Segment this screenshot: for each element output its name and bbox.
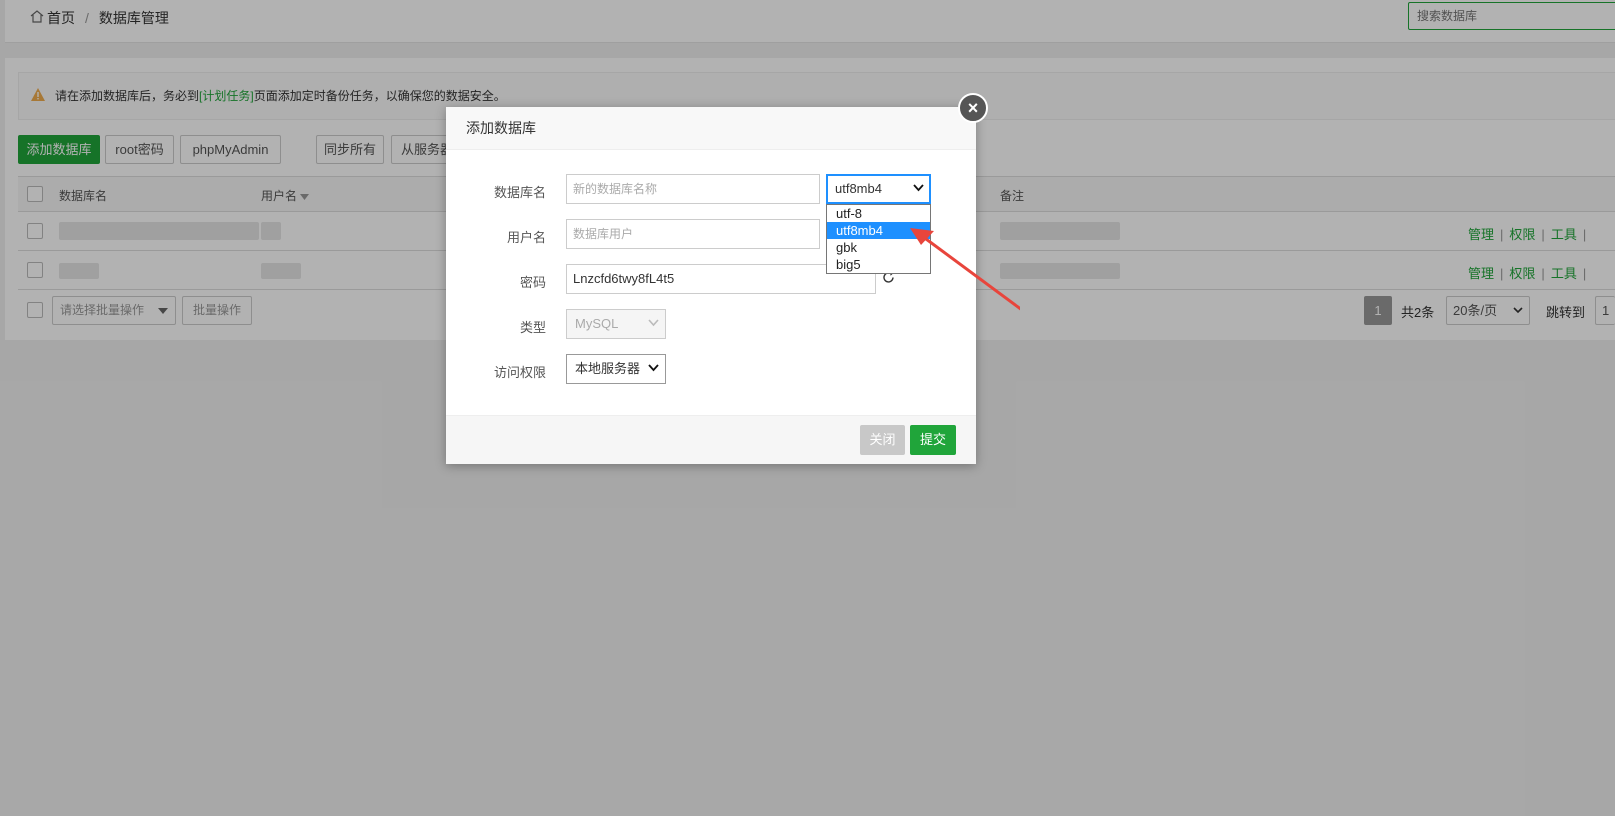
chevron-down-icon xyxy=(913,184,924,192)
db-name-label: 数据库名 xyxy=(493,185,546,200)
username-input[interactable]: 数据库用户 xyxy=(566,219,820,249)
db-name-input[interactable]: 新的数据库名称 xyxy=(566,174,820,204)
close-icon[interactable]: × xyxy=(958,93,988,123)
username-label: 用户名 xyxy=(506,230,546,245)
chevron-down-icon xyxy=(648,319,659,327)
password-label: 密码 xyxy=(519,275,546,290)
type-select: MySQL xyxy=(566,309,666,339)
access-label: 访问权限 xyxy=(493,365,546,380)
submit-button[interactable]: 提交 xyxy=(910,425,956,455)
dialog-title: 添加数据库 xyxy=(446,107,976,150)
chevron-down-icon xyxy=(648,364,659,372)
access-select[interactable]: 本地服务器 xyxy=(566,354,666,384)
dialog-footer: 关闭 提交 xyxy=(446,415,976,464)
close-button[interactable]: 关闭 xyxy=(860,425,905,455)
annotation-arrow-icon xyxy=(910,228,1020,311)
charset-option-utf8[interactable]: utf-8 xyxy=(827,205,930,222)
charset-select[interactable]: utf8mb4 xyxy=(826,174,931,204)
type-label: 类型 xyxy=(519,320,546,335)
add-database-dialog: 添加数据库 数据库名 新的数据库名称 utf8mb4 用户名 数据库用户 密码 … xyxy=(446,107,976,464)
